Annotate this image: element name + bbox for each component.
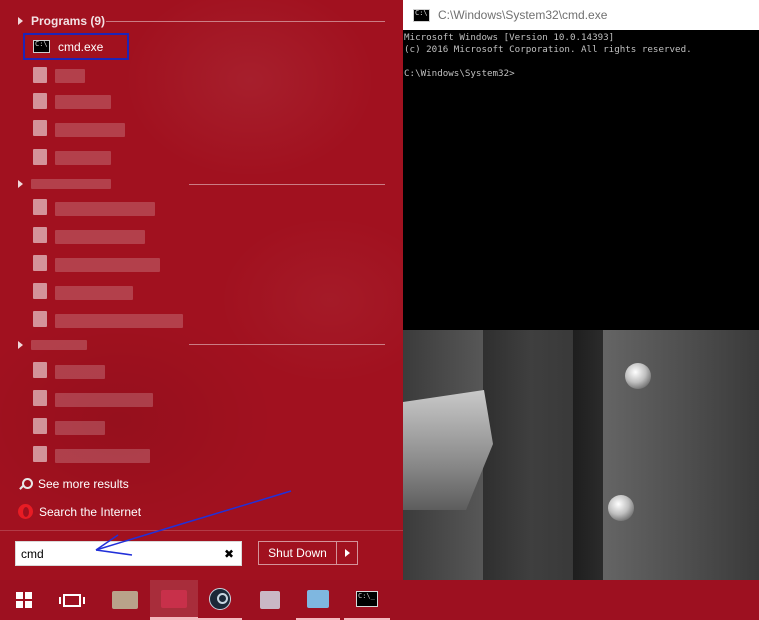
cmd-output[interactable]: Microsoft Windows [Version 10.0.14393] (…: [403, 30, 759, 82]
chevron-right-icon: [344, 549, 350, 557]
command-prompt-icon: [413, 8, 430, 22]
taskbar-app-blurred-4[interactable]: [296, 580, 340, 620]
taskbar-steam[interactable]: [198, 580, 242, 620]
blurred-app-icon: [33, 93, 47, 109]
taskbar-app-blurred-2[interactable]: [150, 580, 198, 620]
blurred-result-item[interactable]: [55, 258, 160, 272]
cmd-window[interactable]: C:\Windows\System32\cmd.exe Microsoft Wi…: [403, 0, 759, 330]
blurred-group-title: [31, 179, 111, 189]
blurred-app-icon: [33, 120, 47, 136]
blurred-result-item[interactable]: [55, 365, 105, 379]
blurred-result-item[interactable]: [55, 449, 150, 463]
blurred-result-item[interactable]: [55, 123, 125, 137]
start-menu: Programs (9) cmd.exe: [0, 0, 403, 580]
wallpaper-sleeve: [403, 390, 493, 510]
blurred-result-item[interactable]: [55, 286, 133, 300]
blurred-app-icon: [33, 199, 47, 215]
blurred-app-icon: [33, 390, 47, 406]
blurred-result-item[interactable]: [55, 230, 145, 244]
taskbar-app-blurred-1[interactable]: [100, 580, 150, 620]
desktop-wallpaper: [403, 330, 759, 580]
see-more-results-link[interactable]: See more results: [18, 477, 129, 491]
blurred-app-icon: [33, 362, 47, 378]
programs-group-header[interactable]: Programs (9): [18, 14, 385, 28]
expand-arrow-icon[interactable]: [18, 180, 23, 188]
blurred-result-item[interactable]: [55, 151, 111, 165]
blurred-app-icon: [33, 255, 47, 271]
command-prompt-icon: [356, 591, 378, 607]
blurred-app-icon: [33, 418, 47, 434]
blurred-result-item[interactable]: [55, 393, 153, 407]
taskbar: [0, 580, 759, 620]
search-internet-label: Search the Internet: [39, 504, 142, 519]
blurred-result-item[interactable]: [55, 314, 183, 328]
shutdown-control: Shut Down: [258, 541, 358, 565]
search-input[interactable]: [21, 546, 211, 562]
taskbar-cmd[interactable]: [344, 580, 390, 620]
group-divider: [106, 21, 385, 22]
blurred-group-title: [31, 340, 87, 350]
blurred-app-icon: [33, 149, 47, 165]
shutdown-options-button[interactable]: [337, 542, 357, 564]
blurred-group-header-2[interactable]: [18, 179, 385, 189]
blurred-result-item[interactable]: [55, 421, 105, 435]
bottom-divider: [0, 530, 403, 531]
windows-start-icon: [16, 592, 32, 608]
start-button[interactable]: [0, 580, 48, 620]
task-view-button[interactable]: [48, 580, 96, 620]
opera-browser-icon: [18, 504, 33, 519]
blurred-group-header-3[interactable]: [18, 340, 385, 350]
blurred-result-item[interactable]: [55, 202, 155, 216]
blurred-result-item[interactable]: [55, 69, 85, 83]
search-icon: [18, 477, 33, 491]
blurred-result-item[interactable]: [55, 95, 111, 109]
wallpaper-button: [625, 363, 651, 389]
blurred-app-icon: [33, 311, 47, 327]
blurred-app-icon: [307, 590, 329, 608]
wallpaper-stripe: [573, 330, 603, 580]
command-prompt-icon: [33, 40, 50, 53]
taskbar-app-blurred-3[interactable]: [248, 580, 292, 620]
shutdown-button[interactable]: Shut Down: [259, 542, 337, 564]
see-more-results-label: See more results: [38, 477, 129, 491]
programs-group-title: Programs (9): [31, 14, 106, 28]
cmd-result-item[interactable]: cmd.exe: [23, 33, 129, 60]
blurred-app-icon: [33, 446, 47, 462]
cmd-titlebar[interactable]: C:\Windows\System32\cmd.exe: [403, 0, 759, 30]
blurred-app-icon: [260, 591, 280, 609]
blurred-app-icon: [161, 589, 187, 608]
clear-search-icon[interactable]: ✖: [224, 547, 234, 561]
group-divider: [189, 184, 385, 185]
expand-arrow-icon[interactable]: [18, 341, 23, 349]
cmd-window-title: C:\Windows\System32\cmd.exe: [438, 8, 608, 22]
start-search-box[interactable]: ✖: [15, 541, 242, 566]
group-divider: [189, 344, 385, 345]
search-internet-link[interactable]: Search the Internet: [18, 504, 141, 519]
wallpaper-button: [608, 495, 634, 521]
blurred-app-icon: [33, 227, 47, 243]
blurred-app-icon: [33, 67, 47, 83]
task-view-icon: [59, 593, 85, 607]
blurred-app-icon: [112, 591, 138, 609]
expand-arrow-icon[interactable]: [18, 17, 23, 25]
blurred-app-icon: [33, 283, 47, 299]
cmd-result-label: cmd.exe: [58, 39, 104, 54]
steam-icon: [209, 588, 231, 610]
